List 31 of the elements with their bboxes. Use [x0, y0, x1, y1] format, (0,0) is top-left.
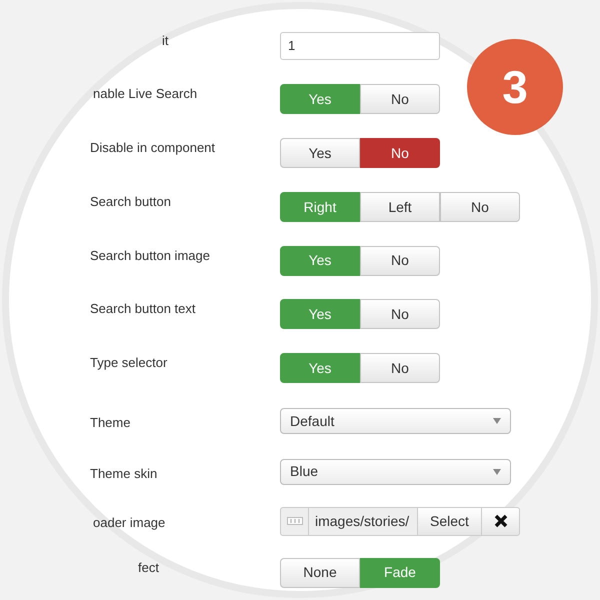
toggle-option[interactable]: Yes — [280, 138, 360, 168]
dropdown[interactable]: Blue — [280, 458, 511, 484]
text-input[interactable]: 1 — [280, 32, 440, 60]
toggle-option[interactable]: No — [360, 353, 440, 383]
caret-icon — [493, 468, 501, 474]
field-label: oader image — [93, 514, 166, 532]
field-label: it — [162, 32, 168, 50]
field-label: Search button image — [90, 246, 210, 265]
close-icon — [494, 514, 508, 528]
toggle-option[interactable]: No — [360, 299, 440, 329]
field-label: Search button text — [90, 300, 196, 318]
toggle-option[interactable]: No — [360, 138, 440, 168]
field-label: Search button — [90, 193, 171, 212]
field-label: fect — [138, 558, 159, 577]
dropdown[interactable]: Default — [280, 408, 511, 434]
image-preview-icon — [280, 506, 309, 536]
toggle-option[interactable]: No — [440, 192, 520, 222]
field-label: Theme — [90, 414, 130, 432]
clear-button[interactable] — [482, 506, 520, 536]
toggle-option[interactable]: No — [360, 84, 440, 114]
toggle-option[interactable]: None — [280, 558, 360, 588]
caret-icon — [493, 418, 501, 424]
field-label: Disable in component — [90, 139, 216, 158]
field-label: Type selector — [90, 354, 168, 372]
step-badge: 3 — [467, 39, 563, 135]
field-label: Theme skin — [90, 464, 158, 483]
select-button[interactable]: Select — [417, 506, 482, 536]
toggle-option[interactable]: Left — [360, 192, 440, 222]
field-label: nable Live Search — [93, 85, 198, 104]
toggle-option[interactable]: No — [360, 246, 440, 276]
path-field[interactable]: images/stories/ — [309, 506, 417, 536]
